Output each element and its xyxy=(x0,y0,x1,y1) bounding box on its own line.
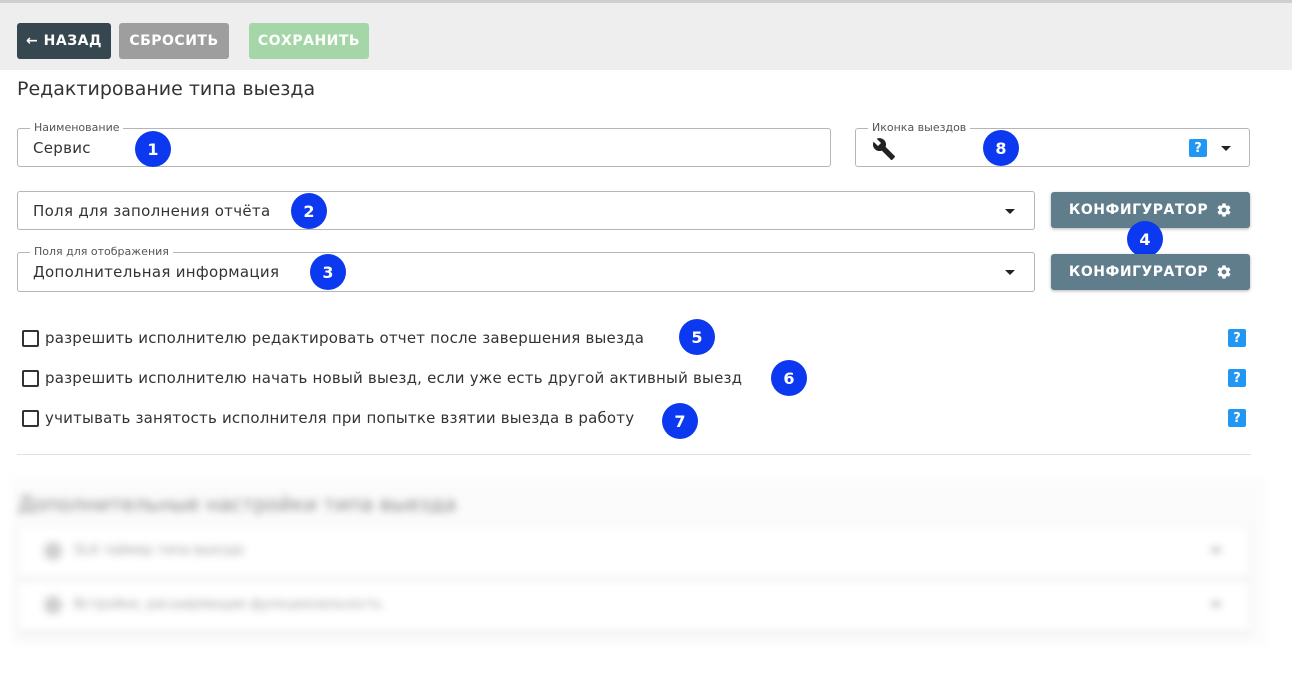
badge-5: 5 xyxy=(679,319,715,355)
badge-1: 1 xyxy=(135,131,171,167)
extensions-panel[interactable]: Встройки, расширяющие функциональность xyxy=(18,580,1250,632)
display-fields-value: Дополнительная информация xyxy=(33,263,280,281)
additional-settings-title: Дополнительные настройки типа выезда xyxy=(18,492,457,516)
additional-settings: Дополнительные настройки типа выезда SLA… xyxy=(12,478,1266,646)
badge-3: 3 xyxy=(310,254,346,290)
reset-button[interactable]: СБРОСИТЬ xyxy=(119,23,229,59)
checkbox-edit-report[interactable] xyxy=(22,329,39,347)
help-icon[interactable]: ? xyxy=(1228,369,1246,387)
badge-7: 7 xyxy=(662,403,698,439)
sla-panel[interactable]: SLA таймер типа выезда xyxy=(18,526,1250,578)
divider xyxy=(17,454,1251,455)
extensions-panel-label: Встройки, расширяющие функциональность xyxy=(74,597,383,612)
badge-8: 8 xyxy=(983,130,1019,166)
checkbox-label: разрешить исполнителю начать новый выезд… xyxy=(45,369,743,387)
chevron-down-icon[interactable] xyxy=(1210,548,1222,554)
back-button[interactable]: ← НАЗАД xyxy=(17,23,111,59)
configurator-label: КОНФИГУРАТОР xyxy=(1068,202,1209,218)
configurator-button[interactable]: КОНФИГУРАТОР xyxy=(1051,254,1250,290)
page-title: Редактирование типа выезда xyxy=(17,78,316,100)
save-button[interactable]: СОХРАНИТЬ xyxy=(249,23,369,59)
clock-icon xyxy=(44,542,62,560)
checkbox-row[interactable]: учитывать занятость исполнителя при попы… xyxy=(22,408,634,428)
chevron-down-icon[interactable] xyxy=(1221,146,1231,151)
report-fields-value: Поля для заполнения отчёта xyxy=(33,202,271,220)
chevron-down-icon[interactable] xyxy=(1210,602,1222,608)
gear-icon xyxy=(1217,265,1231,279)
checkbox-label: разрешить исполнителю редактировать отче… xyxy=(45,329,645,347)
wrench-icon xyxy=(872,138,895,160)
sla-panel-label: SLA таймер типа выезда xyxy=(74,543,244,558)
help-icon[interactable]: ? xyxy=(1228,329,1246,347)
icon-select[interactable]: Иконка выездов ? xyxy=(855,121,1250,167)
display-fields-select[interactable]: Поля для отображения Дополнительная инфо… xyxy=(17,245,1035,292)
name-field-value: Сервис xyxy=(33,139,91,157)
icon-select-label: Иконка выездов xyxy=(868,121,971,135)
icon-help-icon[interactable]: ? xyxy=(1189,139,1207,157)
checkbox-row[interactable]: разрешить исполнителю начать новый выезд… xyxy=(22,368,742,388)
report-fields-select[interactable]: Поля для заполнения отчёта xyxy=(17,191,1035,230)
checkbox-row[interactable]: разрешить исполнителю редактировать отче… xyxy=(22,328,644,348)
badge-6: 6 xyxy=(771,360,807,396)
configurator-label: КОНФИГУРАТОР xyxy=(1068,264,1209,280)
checkbox-busy[interactable] xyxy=(22,409,39,427)
badge-4: 4 xyxy=(1127,221,1163,257)
help-icon[interactable]: ? xyxy=(1228,409,1246,427)
puzzle-icon xyxy=(44,596,62,614)
chevron-down-icon[interactable] xyxy=(1005,209,1015,214)
checkbox-new-visit[interactable] xyxy=(22,369,39,387)
badge-2: 2 xyxy=(291,193,327,229)
top-toolbar: ← НАЗАД СБРОСИТЬ СОХРАНИТЬ xyxy=(0,0,1292,70)
name-field-label: Наименование xyxy=(30,121,124,135)
chevron-down-icon[interactable] xyxy=(1005,270,1015,275)
display-fields-label: Поля для отображения xyxy=(30,245,173,259)
checkbox-label: учитывать занятость исполнителя при попы… xyxy=(45,409,635,427)
gear-icon xyxy=(1217,203,1231,217)
